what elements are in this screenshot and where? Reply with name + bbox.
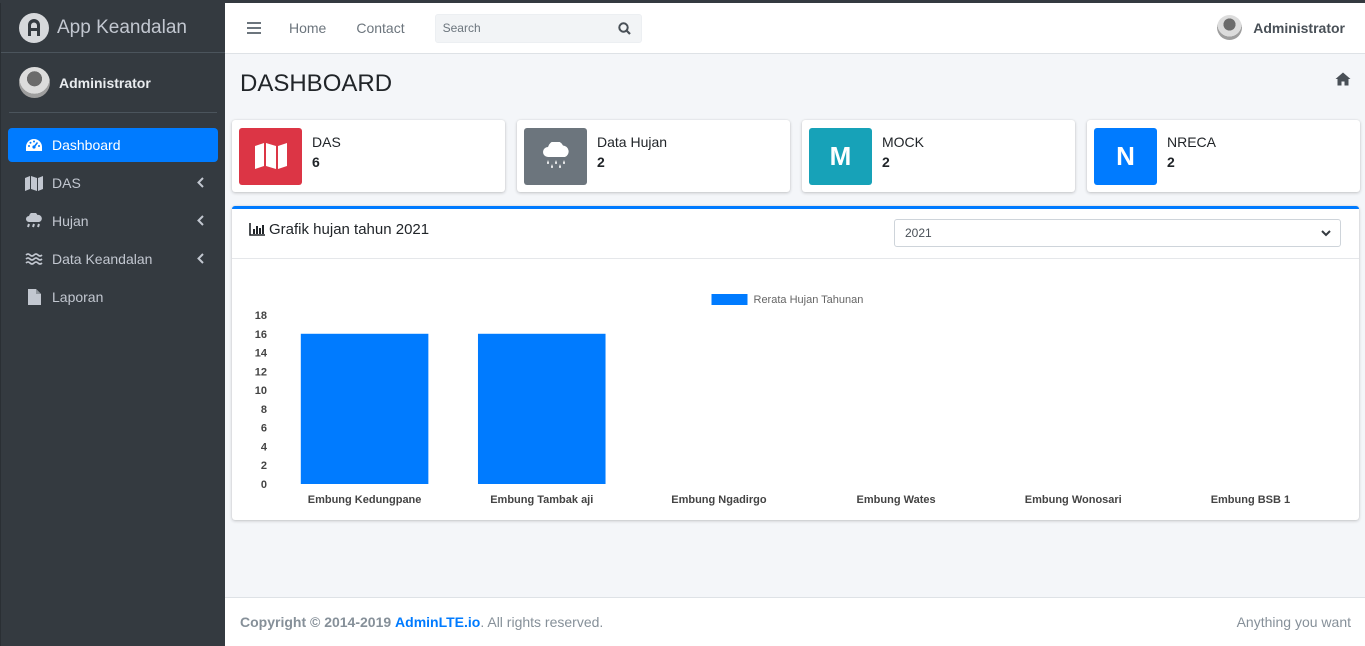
search-icon: [618, 21, 631, 35]
rainfall-bar-chart: Rerata Hujan Tahunan 0 2 4 6 8 10 12 14 16 18 Embun…: [255, 294, 1290, 506]
map-icon: [239, 127, 302, 185]
menu-toggle-icon[interactable]: [247, 19, 261, 37]
sidebar-item-laporan[interactable]: Laporan: [8, 280, 218, 314]
nav-link-contact[interactable]: Contact: [356, 20, 404, 36]
info-box-label: Data Hujan: [597, 134, 668, 150]
chart-card: Grafik hujan tahun 2021 2021 Rerata Huja…: [232, 206, 1359, 520]
cloud-rain-icon: [25, 212, 43, 230]
page-title: DASHBOARD: [240, 70, 393, 97]
y-tick-label: 18: [255, 310, 267, 322]
bar: [300, 333, 429, 484]
info-box-nreca: N NRECA 2: [1087, 120, 1360, 192]
footer: Copyright © 2014-2019 AdminLTE.io. All r…: [225, 597, 1365, 646]
search-button[interactable]: [611, 15, 639, 42]
sidebar: App Keandalan Administrator Dashboard DA…: [0, 3, 225, 646]
footer-right-text: Anything you want: [1236, 614, 1351, 630]
nav-link-home[interactable]: Home: [289, 20, 326, 36]
sidebar-item-hujan[interactable]: Hujan: [8, 204, 218, 238]
home-icon[interactable]: [1335, 72, 1351, 91]
info-box-label: NRECA: [1167, 134, 1217, 150]
sidebar-item-label: Dashboard: [52, 137, 121, 153]
footer-suffix: . All rights reserved.: [480, 614, 604, 630]
x-tick-label: Embung Kedungpane: [308, 494, 422, 506]
x-tick-label: Embung Tambak aji: [490, 494, 593, 506]
y-tick-label: 12: [255, 366, 267, 378]
brand-logo-icon: [19, 12, 49, 43]
info-box-data-hujan: Data Hujan 2: [517, 120, 790, 192]
map-icon: [25, 174, 43, 192]
y-tick-label: 16: [255, 329, 267, 341]
info-box-value: 2: [882, 154, 890, 170]
legend-label: Rerata Hujan Tahunan: [754, 294, 864, 306]
search-input[interactable]: [435, 14, 611, 42]
year-select[interactable]: 2021: [894, 219, 1341, 247]
legend-swatch: [711, 294, 748, 305]
y-tick-label: 8: [261, 404, 267, 416]
user-avatar: [19, 67, 50, 98]
user-panel[interactable]: Administrator: [9, 53, 217, 113]
bar-chart-icon: [249, 223, 265, 236]
x-tick-label: Embung Wonosari: [1025, 494, 1122, 506]
sidebar-item-das[interactable]: DAS: [8, 166, 218, 200]
letter-m-icon: M: [809, 127, 872, 185]
y-tick-label: 6: [261, 423, 267, 435]
sidebar-item-label: Hujan: [52, 213, 89, 229]
sidebar-item-dashboard[interactable]: Dashboard: [8, 128, 218, 162]
letter-n-icon: N: [1094, 127, 1157, 185]
chart-card-title: Grafik hujan tahun 2021: [269, 221, 430, 238]
chevron-left-icon: [197, 251, 204, 267]
info-box-das: DAS 6: [232, 120, 505, 192]
info-box-value: 2: [597, 154, 605, 170]
y-tick-label: 4: [261, 441, 268, 453]
footer-brand-link[interactable]: AdminLTE.io: [395, 614, 480, 630]
sidebar-nav: Dashboard DAS Hujan Data Keandalan Lapor…: [1, 128, 225, 314]
x-tick-label: Embung BSB 1: [1211, 494, 1290, 506]
y-tick-label: 14: [255, 348, 268, 360]
sidebar-item-label: Data Keandalan: [52, 251, 153, 267]
info-box-mock: M MOCK 2: [802, 120, 1075, 192]
user-name: Administrator: [59, 74, 151, 91]
tachometer-icon: [25, 136, 43, 154]
y-tick-label: 10: [255, 385, 267, 397]
top-navbar: Home Contact Administrator: [225, 3, 1365, 54]
sidebar-item-label: Laporan: [52, 289, 104, 305]
info-box-value: 2: [1167, 154, 1175, 170]
chevron-left-icon: [197, 175, 204, 191]
header-user-menu[interactable]: Administrator: [1217, 15, 1345, 40]
chart-card-header: Grafik hujan tahun 2021 2021: [232, 209, 1359, 259]
brand-link[interactable]: App Keandalan: [1, 3, 225, 53]
cloud-rain-icon: [524, 127, 587, 185]
chevron-left-icon: [197, 213, 204, 229]
sidebar-item-label: DAS: [52, 175, 81, 191]
x-tick-label: Embung Wates: [857, 494, 936, 506]
water-icon: [25, 250, 43, 268]
info-box-label: MOCK: [882, 134, 924, 150]
file-icon: [25, 288, 43, 306]
sidebar-item-data-keandalan[interactable]: Data Keandalan: [8, 242, 218, 276]
x-tick-label: Embung Ngadirgo: [671, 494, 767, 506]
header-avatar: [1217, 15, 1243, 40]
year-select-value: 2021: [905, 226, 932, 240]
y-tick-label: 0: [261, 479, 267, 491]
chevron-down-icon: [1321, 230, 1331, 237]
info-box-value: 6: [312, 154, 320, 170]
search-form: [434, 13, 642, 43]
header-user-name: Administrator: [1253, 19, 1345, 36]
brand-name: App Keandalan: [57, 16, 187, 38]
info-box-label: DAS: [312, 134, 341, 150]
footer-copyright: Copyright © 2014-2019: [240, 614, 392, 630]
y-tick-label: 2: [261, 460, 267, 472]
bar: [477, 333, 606, 484]
